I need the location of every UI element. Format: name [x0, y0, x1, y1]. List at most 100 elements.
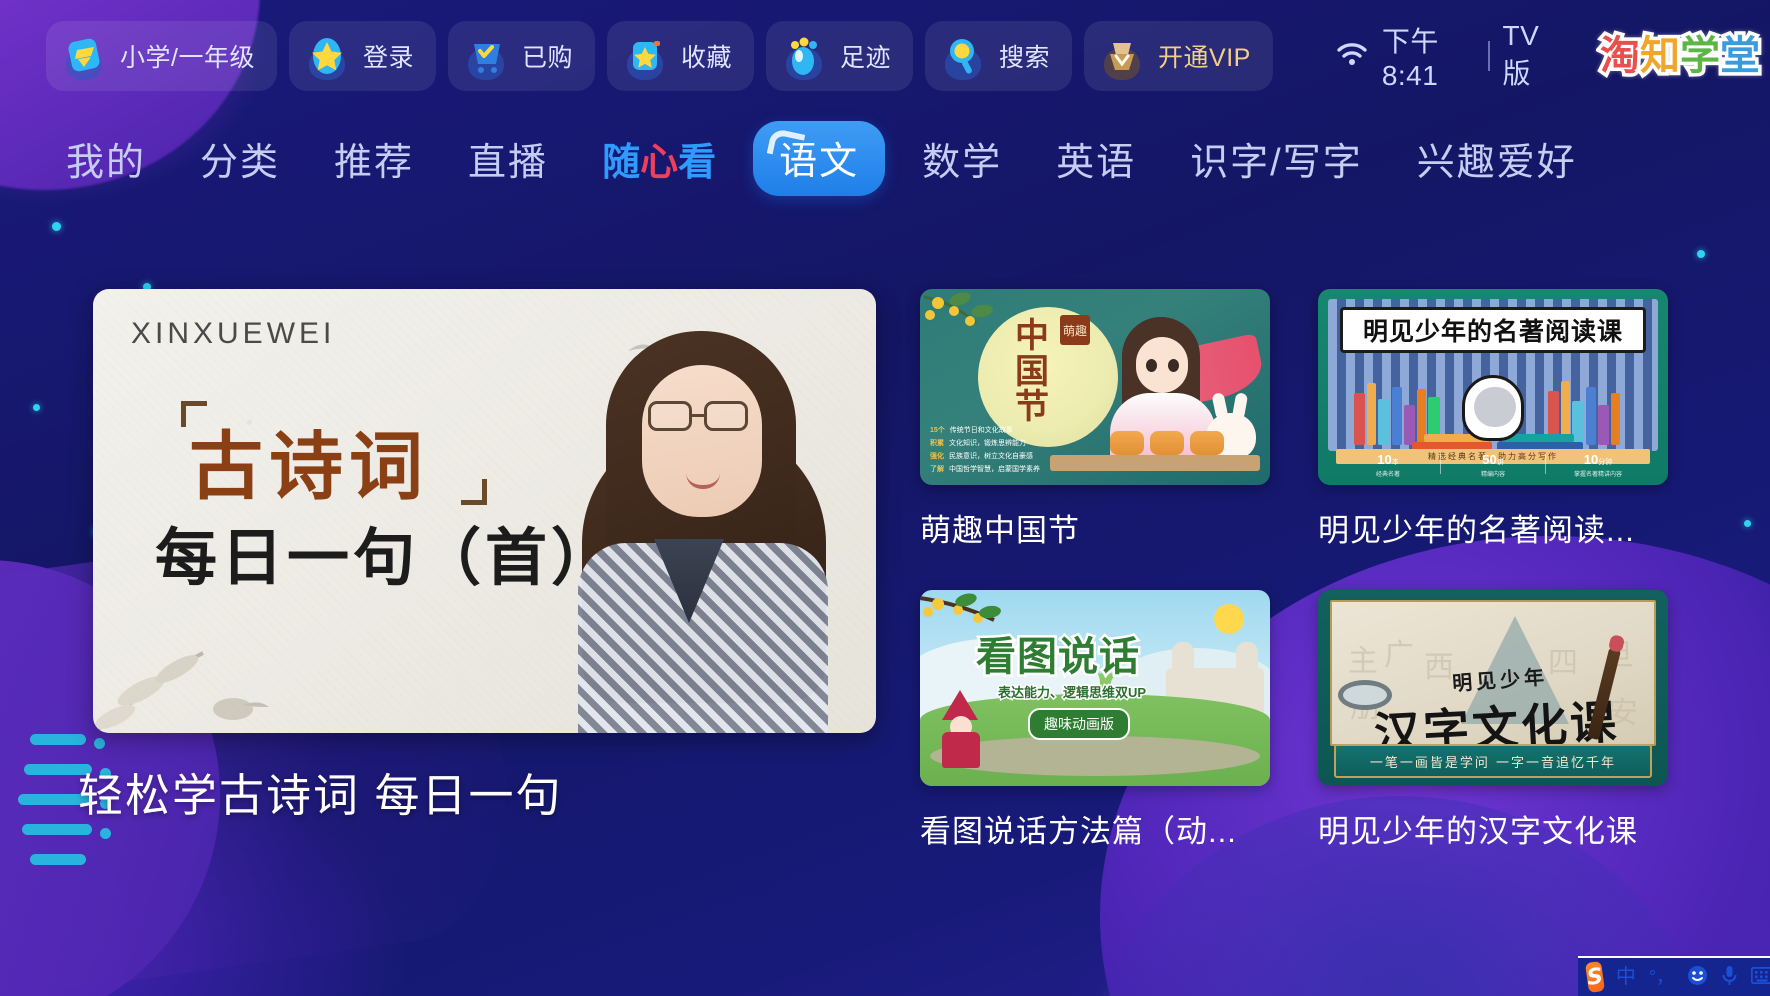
microphone-icon[interactable] — [1721, 965, 1738, 990]
card-thumbnail: 明见少年的名著阅读课 精选经典名著，助力高分写作 10本 经典名著 50讲 精编… — [1318, 289, 1668, 485]
card-kantu-shuohua[interactable]: 看图说话 表达能力、逻辑思维双UP 趣味动画版 看图说话方法篇（动... — [920, 590, 1270, 851]
logo-char: 知 — [1637, 33, 1684, 80]
cart-check-icon — [460, 30, 512, 82]
tv-app-screen: 小学/一年级 登录 已购 收藏 足迹 搜索 开通VIP 下午8:41 TV版 淘… — [0, 0, 1770, 996]
nav-fancy-char: 看 — [678, 141, 717, 184]
nav-item-live[interactable]: 直播 — [441, 131, 575, 186]
instructor-photo — [558, 313, 848, 733]
grade-badge-icon — [58, 30, 110, 82]
platform-version: TV版 — [1502, 20, 1540, 89]
nav-item-chinese[interactable]: 语文 — [753, 120, 886, 196]
stat-unit: 本 — [1391, 458, 1399, 466]
bullet-key: 15个 — [930, 427, 945, 434]
nav-item-english[interactable]: 英语 — [1029, 131, 1163, 186]
keyboard-icon[interactable] — [1750, 966, 1770, 988]
bg-char: 西 — [1424, 650, 1454, 685]
hero-card-title: 轻松学古诗词 每日一句 — [78, 770, 563, 821]
logo-char: 淘 — [1597, 33, 1644, 80]
topbar-button-search[interactable]: 搜索 — [925, 21, 1073, 91]
nav-item-category[interactable]: 分类 — [173, 131, 307, 186]
poster-pill-badge: 趣味动画版 — [1028, 708, 1130, 740]
witch-illustration — [938, 690, 984, 768]
search-icon — [937, 30, 989, 82]
card-title: 看图说话方法篇（动... — [920, 814, 1237, 849]
stat-number: 10 — [1583, 451, 1599, 467]
topbar-button-open-vip[interactable]: 开通VIP — [1084, 21, 1273, 91]
bullet-text: 传统节日和文化故事 — [949, 427, 1013, 434]
scroll-rod — [1338, 680, 1392, 710]
logo-char: 学 — [1677, 33, 1724, 80]
poster-title: 古诗词 — [189, 424, 429, 510]
poster-title: 中国节 — [1015, 316, 1049, 428]
card-thumbnail: 萌趣 中国节 15个 传统节日和文化故事 积累 文化知识，锻炼思辨能力 强化 民… — [920, 289, 1270, 485]
poster-title: 明见少年的名著阅读课 — [1340, 307, 1646, 353]
ime-toolbar: S 中 °， — [1578, 956, 1770, 996]
star-person-icon — [301, 30, 353, 82]
topbar-button-label: 小学/一年级 — [120, 44, 255, 72]
poster-ribbon-text: 一笔一画皆是学问 一字一音追忆千年 — [1334, 744, 1652, 778]
card-hanzi-wenhua[interactable]: 主 广 西 四 旦 朋 安 明见少年 汉字文化课 一笔一画皆是学问 一字一音追忆… — [1318, 590, 1668, 851]
bullet-key: 强化 — [930, 453, 944, 460]
sun-icon — [1214, 604, 1244, 634]
topbar-button-history[interactable]: 足迹 — [766, 21, 914, 91]
topbar-button-label: 收藏 — [680, 44, 732, 72]
card-thumbnail: 主 广 西 四 旦 朋 安 明见少年 汉字文化课 一笔一画皆是学问 一字一音追忆… — [1318, 590, 1668, 786]
nav-item-recommend[interactable]: 推荐 — [307, 131, 441, 186]
topbar-button-purchased[interactable]: 已购 — [447, 21, 595, 91]
nav-item-mine[interactable]: 我的 — [0, 131, 173, 186]
card-title: 明见少年的汉字文化课 — [1318, 814, 1638, 849]
app-logo: 淘 知 学 堂 — [1590, 31, 1770, 81]
stat-desc: 精编内容 — [1480, 471, 1505, 478]
stat-unit: 讲 — [1496, 458, 1504, 466]
stat-number: 10 — [1377, 451, 1392, 467]
hero-card[interactable]: XINXUEWEI 古诗词 每日一句（首） 花一程 — [78, 289, 876, 824]
poster-stats: 10本 经典名著 50讲 精编内容 10分钟 掌握名著精讲内容 — [1336, 449, 1650, 479]
card-mingjian-mingzhu[interactable]: 明见少年的名著阅读课 精选经典名著，助力高分写作 10本 经典名著 50讲 精编… — [1318, 289, 1668, 550]
bg-char: 四 — [1548, 646, 1578, 681]
topbar-button-login[interactable]: 登录 — [288, 21, 436, 91]
poster-badge: 萌趣 — [1060, 315, 1090, 345]
bullet-text: 民族意识，树立文化自豪感 — [949, 453, 1033, 460]
logo-char: 堂 — [1717, 33, 1764, 80]
nav-item-math[interactable]: 数学 — [895, 131, 1029, 186]
nav-fancy-char: 随 — [602, 141, 641, 184]
topbar-button-label: 足迹 — [840, 44, 892, 72]
hero-poster-image: XINXUEWEI 古诗词 每日一句（首） 花一程 — [93, 289, 876, 733]
stat-desc: 经典名著 — [1375, 471, 1400, 478]
punctuation-toggle[interactable]: °， — [1649, 968, 1674, 986]
sogou-ime-logo[interactable]: S — [1584, 961, 1605, 993]
nav-item-hobbies[interactable]: 兴趣爱好 — [1390, 131, 1604, 186]
stat-number: 50 — [1482, 451, 1497, 467]
poster-corner-mark — [461, 479, 487, 505]
stat-desc: 掌握名著精讲内容 — [1573, 471, 1622, 478]
poster-subtitle: 表达能力、逻辑思维双UP — [996, 684, 1147, 702]
bullet-text: 中国哲学智慧，启蒙国学素养 — [949, 466, 1040, 473]
clock-time: 下午8:41 — [1381, 26, 1439, 91]
topbar-button-grade-selector[interactable]: 小学/一年级 — [46, 21, 277, 91]
status-divider — [1487, 41, 1490, 71]
nav-fancy-char: 心 — [640, 141, 679, 184]
bullet-key: 积累 — [930, 440, 944, 447]
footprint-icon — [778, 30, 830, 82]
poster-title: 看图说话 — [974, 632, 1142, 683]
course-grid: 萌趣 中国节 15个 传统节日和文化故事 积累 文化知识，锻炼思辨能力 强化 民… — [920, 289, 1668, 851]
language-toggle[interactable]: 中 — [1616, 967, 1636, 987]
emoji-icon[interactable] — [1687, 965, 1708, 990]
wifi-icon — [1335, 41, 1369, 72]
poster-subtitle: 每日一句（首） — [155, 521, 618, 594]
bg-char: 主 — [1348, 644, 1378, 679]
bullet-key: 了解 — [930, 466, 944, 473]
poster-brand-text: XINXUEWEI — [131, 317, 336, 350]
stat-unit: 分钟 — [1598, 458, 1613, 466]
card-title: 萌趣中国节 — [920, 513, 1080, 548]
category-nav: 我的 分类 推荐 直播 随心看 语文 数学 英语 识字/写字 兴趣爱好 — [0, 112, 1770, 204]
topbar-button-favorites[interactable]: 收藏 — [606, 21, 754, 91]
card-mengqu-zhongguojie[interactable]: 萌趣 中国节 15个 传统节日和文化故事 积累 文化知识，锻炼思辨能力 强化 民… — [920, 289, 1270, 550]
status-cluster: 下午8:41 TV版 — [1335, 20, 1556, 92]
card-thumbnail: 看图说话 表达能力、逻辑思维双UP 趣味动画版 — [920, 590, 1270, 786]
nav-item-suixinkan[interactable]: 随心看 — [575, 131, 743, 186]
bullet-text: 文化知识，锻炼思辨能力 — [949, 440, 1026, 447]
topbar-button-label: 开通VIP — [1158, 44, 1251, 72]
nav-item-literacy[interactable]: 识字/写字 — [1163, 131, 1390, 186]
topbar-button-label: 登录 — [362, 44, 414, 72]
